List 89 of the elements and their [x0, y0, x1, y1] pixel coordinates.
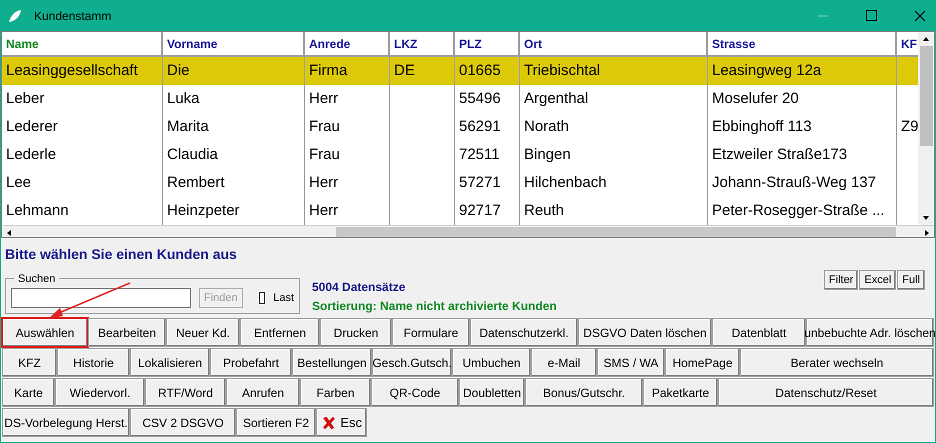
action-button[interactable]: Neuer Kd.	[166, 318, 240, 347]
table-cell-text: Firma	[308, 60, 348, 81]
tool-button[interactable]: Excel	[859, 270, 896, 290]
table-cell-text: Reuth	[523, 200, 566, 221]
action-button[interactable]: Datenblatt	[712, 318, 806, 347]
table-cell-text: Luka	[166, 88, 201, 109]
table-cell-text: Marita	[166, 116, 210, 137]
action-button[interactable]: Bestellungen	[292, 348, 372, 377]
action-button[interactable]: Farben	[300, 378, 371, 407]
table-cell-text: Etzweiler Straße173	[711, 144, 848, 165]
table-cell-text: DE	[393, 60, 416, 81]
table-cell-text: Heinzpeter	[166, 200, 241, 221]
action-button[interactable]: CSV 2 DSGVO	[130, 408, 236, 437]
table-cell-text: Herr	[308, 200, 340, 221]
maximize-icon[interactable]	[866, 10, 877, 21]
table-cell-text: Moselufer 20	[711, 88, 800, 109]
table-cell-text: Herr	[308, 172, 340, 193]
table-cell-text: 72511	[458, 144, 501, 165]
table-cell-text: Hilchenbach	[523, 172, 608, 193]
tool-button[interactable]: Filter	[824, 270, 858, 290]
action-button[interactable]: RTF/Word	[145, 378, 226, 407]
action-button[interactable]: Umbuchen	[452, 348, 531, 377]
action-button[interactable]: Doubletten	[459, 378, 525, 407]
action-button[interactable]: unbebuchte Adr. löschen	[806, 318, 934, 347]
action-button[interactable]: Bonus/Gutschr.	[525, 378, 643, 407]
table-cell-text: Z9	[900, 116, 918, 137]
action-button[interactable]: Datenschutz/Reset	[718, 378, 934, 407]
action-button[interactable]: Wiedervorl.	[55, 378, 145, 407]
table-cell-text: Rembert	[166, 172, 226, 193]
table-cell-text: Argenthal	[523, 88, 590, 109]
vertical-scrollbar[interactable]	[918, 32, 934, 225]
table-cell-text: Bingen	[523, 144, 572, 165]
table-cell-text: Frau	[308, 144, 341, 165]
table-cell-text: Claudia	[166, 144, 219, 165]
horizontal-scrollbar[interactable]	[2, 225, 934, 237]
action-button[interactable]: Auswählen	[2, 318, 88, 347]
action-button[interactable]: Sortieren F2	[236, 408, 316, 437]
table-cell-text: Lehmann	[5, 200, 70, 221]
action-button[interactable]: Datenschutzerkl.	[470, 318, 578, 347]
table-row[interactable]: Leasinggesellschaft Die Firma DE 01665 Triebischtal Leasingweg 12a	[2, 57, 918, 85]
table-cell-text: Leasingweg 12a	[711, 60, 822, 81]
table-cell-text: Ebbinghoff 113	[711, 116, 813, 137]
action-button[interactable]: Gesch.Gutsch.	[372, 348, 452, 377]
action-button[interactable]: QR-Code	[371, 378, 459, 407]
table-cell-text: Peter-Rosegger-Straße ...	[711, 200, 886, 221]
action-button[interactable]: Entfernen	[240, 318, 320, 347]
table-cell-text: Leasinggesellschaft	[5, 60, 139, 81]
close-icon[interactable]	[914, 10, 926, 22]
action-button[interactable]: Drucken	[320, 318, 392, 347]
table-cell-text: Lederer	[5, 116, 59, 137]
table-cell-text: Die	[166, 60, 191, 81]
action-button[interactable]: Karte	[2, 378, 55, 407]
table-cell-text: Herr	[308, 88, 340, 109]
action-button[interactable]: Historie	[57, 348, 130, 377]
table-cell-text: Lee	[5, 172, 32, 193]
action-button[interactable]: Paketkarte	[643, 378, 718, 407]
table-cell-text: 92717	[458, 200, 502, 221]
search-field[interactable]	[11, 288, 191, 308]
table-cell-text: Johann-Strauß-Weg 137	[711, 172, 877, 193]
action-button[interactable]: DSGVO Daten löschen	[578, 318, 712, 347]
last-checkbox[interactable]	[258, 292, 266, 304]
table-cell-text: Frau	[308, 116, 341, 137]
last-label: Last	[273, 290, 294, 306]
tool-button[interactable]: Full	[897, 270, 925, 290]
action-button[interactable]: KFZ	[2, 348, 57, 377]
table-cell-text: Norath	[523, 116, 570, 137]
record-count: 5004 Datensätze	[312, 279, 406, 296]
sorting-info: Sortierung: Name nicht archivierte Kunden	[312, 298, 557, 315]
window-title: Kundenstamm	[34, 8, 112, 24]
action-button[interactable]: HomePage	[665, 348, 740, 377]
action-button[interactable]: Anrufen	[226, 378, 300, 407]
action-button[interactable]: Formulare	[392, 318, 470, 347]
table-cell-text: Lederle	[5, 144, 58, 165]
table-cell-text: 57271	[458, 172, 502, 193]
action-button[interactable]: Bearbeiten	[88, 318, 166, 347]
action-button[interactable]: Lokalisieren	[130, 348, 210, 377]
prompt-text: Bitte wählen Sie einen Kunden aus	[5, 244, 237, 264]
table-cell-text: 56291	[458, 116, 502, 137]
action-button[interactable]: Probefahrt	[210, 348, 292, 377]
table-cell-text: Leber	[5, 88, 46, 109]
table-cell-text: 55496	[458, 88, 502, 109]
action-button[interactable]: Berater wechseln	[740, 348, 934, 377]
table-cell-text: 01665	[458, 60, 502, 81]
table-cell-text: Triebischtal	[523, 60, 602, 81]
action-button[interactable]: DS-Vorbelegung Herst.	[2, 408, 130, 437]
esc-button[interactable]: Esc	[316, 408, 367, 437]
action-button[interactable]: e-Mail	[531, 348, 597, 377]
leaf-icon	[8, 8, 22, 22]
action-button[interactable]: SMS / WA	[597, 348, 665, 377]
